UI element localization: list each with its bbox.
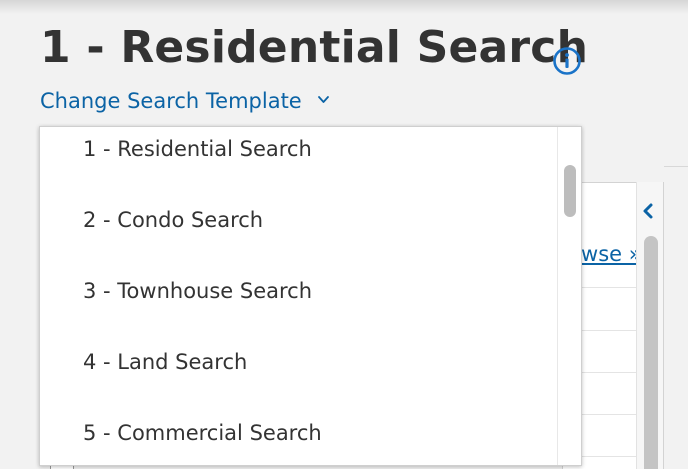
change-template-label: Change Search Template bbox=[40, 89, 302, 113]
chevron-down-icon bbox=[318, 96, 330, 103]
row-divider bbox=[582, 330, 636, 331]
row-divider bbox=[582, 372, 636, 373]
page-title: 1 - Residential Search bbox=[40, 22, 589, 73]
right-edge-strip bbox=[664, 166, 688, 469]
chevron-left-icon[interactable] bbox=[641, 202, 655, 220]
row-divider bbox=[582, 456, 636, 457]
row-divider bbox=[582, 414, 636, 415]
search-template-dropdown: 1 - Residential Search 2 - Condo Search … bbox=[39, 126, 582, 466]
template-option-townhouse[interactable]: 3 - Townhouse Search bbox=[83, 279, 312, 303]
dropdown-scrollbar-thumb[interactable] bbox=[564, 165, 576, 217]
template-option-residential[interactable]: 1 - Residential Search bbox=[83, 137, 312, 161]
info-circle-icon[interactable] bbox=[552, 46, 582, 76]
template-option-land[interactable]: 4 - Land Search bbox=[83, 350, 247, 374]
template-option-commercial[interactable]: 5 - Commercial Search bbox=[83, 421, 322, 445]
row-divider bbox=[582, 287, 636, 288]
change-search-template-button[interactable]: Change Search Template bbox=[40, 89, 330, 113]
top-shadow bbox=[0, 0, 688, 14]
panel-scrollbar[interactable] bbox=[644, 236, 658, 469]
template-option-condo[interactable]: 2 - Condo Search bbox=[83, 208, 263, 232]
